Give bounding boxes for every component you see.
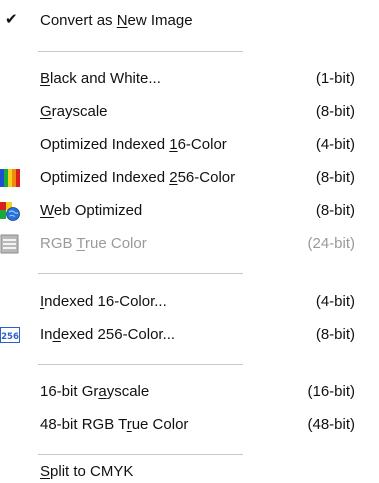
color-palette-icon bbox=[0, 168, 20, 188]
bit-depth-label: (8-bit) bbox=[315, 202, 355, 219]
menu-item-label: Indexed 16-Color... bbox=[40, 293, 167, 310]
bit-depth-label: (24-bit) bbox=[307, 235, 355, 252]
bit-depth-label: (1-bit) bbox=[315, 70, 355, 87]
bit-depth-label: (8-bit) bbox=[315, 326, 355, 343]
menu-item-optimized-indexed-256-color[interactable]: Optimized Indexed 256-Color (8-bit) bbox=[0, 162, 379, 195]
menu-item-black-and-white[interactable]: Black and White... (1-bit) bbox=[0, 63, 379, 96]
menu-item-label: Web Optimized bbox=[40, 202, 143, 219]
menu-item-label: Grayscale bbox=[40, 103, 108, 120]
bit-depth-label: (16-bit) bbox=[307, 383, 355, 400]
convert-context-menu: ✔ Convert as New Image Black and White..… bbox=[0, 0, 379, 483]
menu-item-indexed-16-color[interactable]: Indexed 16-Color... (4-bit) bbox=[0, 286, 379, 319]
menu-item-label: Split to CMYK bbox=[40, 463, 134, 480]
indexed-256-icon: 256 bbox=[0, 325, 20, 345]
menu-item-16-bit-grayscale[interactable]: 16-bit Grayscale (16-bit) bbox=[0, 376, 379, 409]
menu-item-label: Convert as New Image bbox=[40, 12, 193, 29]
menu-item-label: Indexed 256-Color... bbox=[40, 326, 176, 343]
menu-item-split-to-cmyk[interactable]: Split to CMYK bbox=[0, 458, 379, 483]
bit-depth-label: (48-bit) bbox=[307, 416, 355, 433]
menu-item-label: 48-bit RGB True Color bbox=[40, 416, 189, 433]
menu-separator bbox=[38, 51, 243, 53]
menu-item-label: Optimized Indexed 256-Color bbox=[40, 169, 236, 186]
menu-separator bbox=[38, 454, 243, 456]
menu-item-48-bit-rgb-true-color[interactable]: 48-bit RGB True Color (48-bit) bbox=[0, 409, 379, 442]
menu-item-label: RGB True Color bbox=[40, 235, 147, 252]
checkmark-icon: ✔ bbox=[5, 10, 18, 28]
menu-item-label: 16-bit Grayscale bbox=[40, 383, 150, 400]
menu-item-convert-as-new-image[interactable]: ✔ Convert as New Image bbox=[0, 5, 379, 38]
menu-separator bbox=[38, 364, 243, 366]
svg-text:256: 256 bbox=[1, 332, 19, 342]
menu-item-label: Black and White... bbox=[40, 70, 161, 87]
bit-depth-label: (4-bit) bbox=[315, 293, 355, 310]
menu-item-grayscale[interactable]: Grayscale (8-bit) bbox=[0, 96, 379, 129]
bit-depth-label: (8-bit) bbox=[315, 103, 355, 120]
bit-depth-label: (8-bit) bbox=[315, 169, 355, 186]
menu-item-optimized-indexed-16-color[interactable]: Optimized Indexed 16-Color (4-bit) bbox=[0, 129, 379, 162]
menu-item-rgb-true-color: RGB True Color (24-bit) bbox=[0, 228, 379, 261]
menu-separator bbox=[38, 273, 243, 275]
rgb-true-color-icon bbox=[0, 234, 20, 254]
bit-depth-label: (4-bit) bbox=[315, 136, 355, 153]
web-optimized-icon bbox=[0, 201, 20, 221]
menu-item-label: Optimized Indexed 16-Color bbox=[40, 136, 227, 153]
menu-item-indexed-256-color[interactable]: 256 Indexed 256-Color... (8-bit) bbox=[0, 319, 379, 352]
menu-item-web-optimized[interactable]: Web Optimized (8-bit) bbox=[0, 195, 379, 228]
